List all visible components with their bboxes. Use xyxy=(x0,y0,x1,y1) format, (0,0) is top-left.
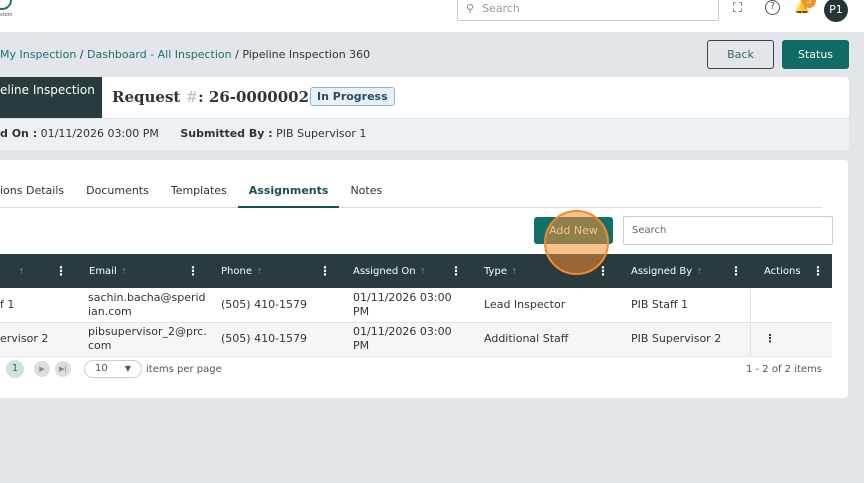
help-icon[interactable]: ? xyxy=(765,0,780,15)
page-1-button[interactable]: 1 xyxy=(6,360,24,378)
search-placeholder: Search xyxy=(482,2,520,15)
avatar[interactable]: P1 xyxy=(824,0,848,22)
breadcrumb-current: Pipeline Inspection 360 xyxy=(242,48,371,61)
status-badge: In Progress xyxy=(310,87,395,106)
tab-assignments[interactable]: Assignments xyxy=(237,184,340,208)
dropdown-arrow-icon: ▼ xyxy=(124,364,131,373)
table-search-input[interactable]: Search xyxy=(623,216,833,245)
tab-documents[interactable]: Documents xyxy=(75,184,160,208)
next-page-icon[interactable]: ▶ xyxy=(34,361,50,377)
logo-icon xyxy=(0,0,12,10)
logo-text: stem xyxy=(0,12,13,18)
tab-bar: ions Details Documents Templates Assignm… xyxy=(0,184,822,208)
click-indicator xyxy=(544,210,609,275)
notification-badge: 3 xyxy=(802,0,816,8)
back-button[interactable]: Back xyxy=(707,40,774,69)
inspection-name: eline Inspection xyxy=(0,77,102,118)
request-number: Request #: 26-0000002-BT xyxy=(112,88,340,106)
pagination: 1 ▶ ▶| 10 ▼ items per page 1 - 2 of 2 ite… xyxy=(0,358,832,380)
cell-assigned-on: 01/11/2026 03:00 PM xyxy=(339,322,470,357)
top-bar: stem ⚲ Search ⛶ ? 🔔 3 P1 xyxy=(0,0,864,32)
cell-name: f 1 xyxy=(0,288,75,323)
cell-email: sachin.bacha@speridian.com xyxy=(75,288,207,323)
status-button[interactable]: Status xyxy=(782,40,849,69)
last-page-icon[interactable]: ▶| xyxy=(55,361,71,377)
global-search-input[interactable]: ⚲ Search xyxy=(457,0,719,21)
inspection-header-card: eline Inspection Request #: 26-0000002-B… xyxy=(0,77,849,150)
fullscreen-icon[interactable]: ⛶ xyxy=(733,1,742,16)
tab-inspection-details[interactable]: ions Details xyxy=(0,184,75,208)
breadcrumb: My Inspection / Dashboard - All Inspecti… xyxy=(0,48,371,61)
assignments-table: ↑ ⋮ Email ↑ ⋮ Phone ↑ ⋮ Assigned On ↑ ⋮ Type ↑ ⋮ … xyxy=(0,254,832,357)
cell-type: Lead Inspector xyxy=(470,288,617,323)
column-header-assigned-on[interactable]: Assigned On ↑ ⋮ xyxy=(339,254,470,288)
tab-templates[interactable]: Templates xyxy=(160,184,238,208)
column-header-assigned-by[interactable]: Assigned By ↑ ⋮ xyxy=(617,254,750,288)
tab-notes[interactable]: Notes xyxy=(339,184,393,208)
search-icon: ⚲ xyxy=(466,2,475,15)
cell-name: ervisor 2 xyxy=(0,322,75,357)
table-row: ervisor 2 pibsupervisor_2@prc.com (505) … xyxy=(0,322,832,357)
breadcrumb-my-inspection[interactable]: My Inspection xyxy=(0,48,76,61)
breadcrumb-dashboard[interactable]: Dashboard - All Inspection xyxy=(87,48,232,61)
cell-assigned-by: PIB Supervisor 2 xyxy=(617,322,750,357)
assignments-card: ions Details Documents Templates Assignm… xyxy=(0,160,848,398)
column-header-actions[interactable]: Actions ⋮ xyxy=(750,254,832,288)
table-row: f 1 sachin.bacha@speridian.com (505) 410… xyxy=(0,288,832,323)
cell-assigned-by: PIB Staff 1 xyxy=(617,288,750,323)
column-header-email[interactable]: Email ↑ ⋮ xyxy=(75,254,207,288)
row-actions-kebab-icon[interactable]: ⋮ xyxy=(749,322,832,357)
submitted-by-value: PIB Supervisor 1 xyxy=(276,127,367,140)
column-header-name[interactable]: ↑ ⋮ xyxy=(0,254,75,288)
row-actions[interactable] xyxy=(749,288,832,323)
items-per-page-label: items per page xyxy=(146,363,222,375)
cell-phone: (505) 410-1579 xyxy=(207,288,339,323)
column-header-phone[interactable]: Phone ↑ ⋮ xyxy=(207,254,339,288)
cell-email: pibsupervisor_2@prc.com xyxy=(75,322,207,357)
cell-assigned-on: 01/11/2026 03:00 PM xyxy=(339,288,470,323)
cell-phone: (505) 410-1579 xyxy=(207,322,339,357)
meta-row: d On : 01/11/2026 03:00 PM Submitted By … xyxy=(0,118,849,150)
created-on-value: 01/11/2026 03:00 PM xyxy=(40,127,159,140)
items-count: 1 - 2 of 2 items xyxy=(745,363,822,375)
page-size-select[interactable]: 10 ▼ xyxy=(84,360,142,378)
cell-type: Additional Staff xyxy=(470,322,617,357)
